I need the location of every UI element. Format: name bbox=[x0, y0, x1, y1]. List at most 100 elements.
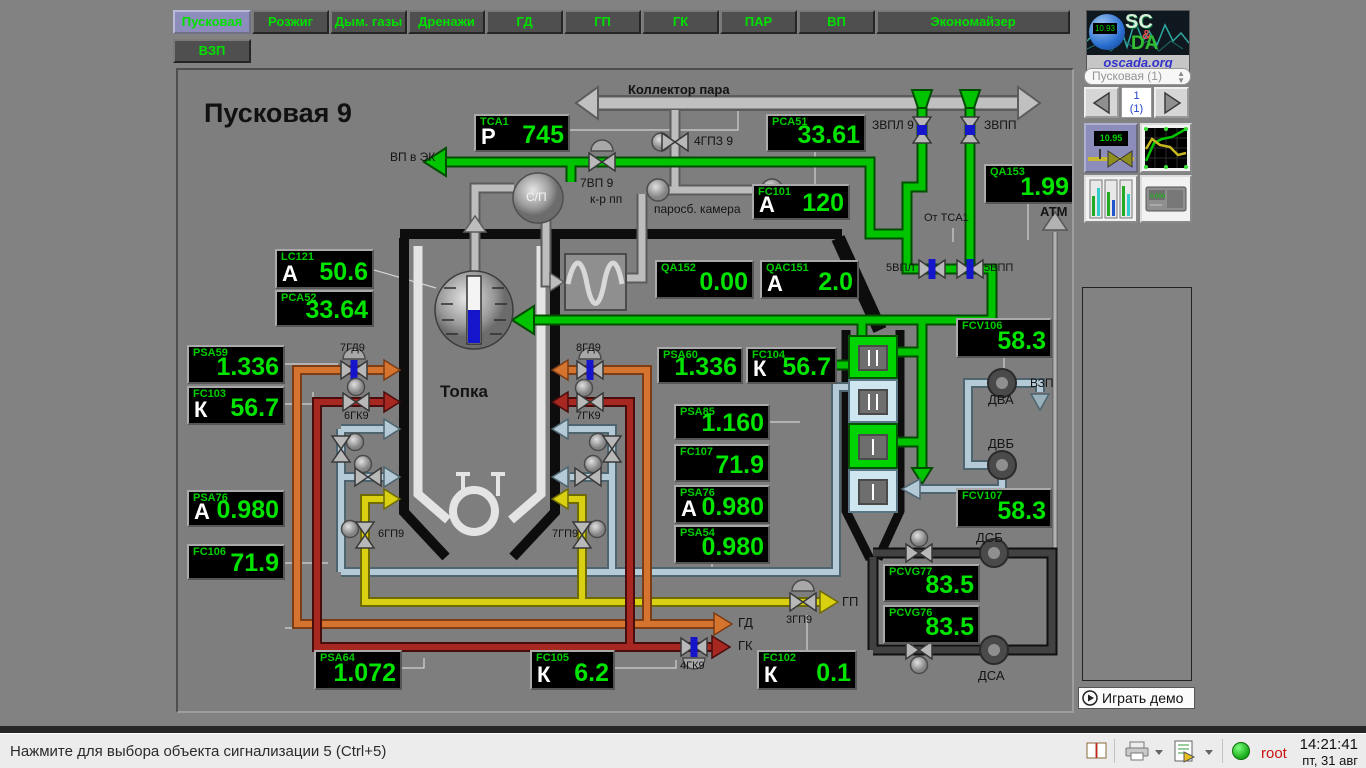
value-display-QA153[interactable]: QA1531.99 bbox=[984, 164, 1074, 204]
label-ВЗП: ВЗП bbox=[1030, 376, 1053, 390]
display-tag: FC106 bbox=[193, 546, 226, 558]
label-АТМ: АТМ bbox=[1040, 204, 1068, 219]
label-к-р-пп: к-р пп bbox=[590, 192, 622, 206]
value-display-FC107[interactable]: FC10771.9 bbox=[674, 444, 770, 482]
label-ДСБ: ДСБ bbox=[976, 530, 1003, 545]
combo-spinner-icon[interactable]: ▲▼ bbox=[1177, 70, 1185, 84]
display-value: 0.980 bbox=[216, 496, 279, 525]
trend-view-button[interactable] bbox=[1140, 123, 1192, 173]
boiler-drum bbox=[435, 271, 513, 349]
valve-icon[interactable] bbox=[957, 259, 983, 279]
display-prefix: К bbox=[764, 662, 777, 688]
value-display-FC101[interactable]: FC101A120 bbox=[752, 184, 850, 220]
value-display-PCA51[interactable]: PCA5133.61 bbox=[766, 114, 866, 152]
alarm-status-led[interactable] bbox=[1232, 742, 1250, 760]
valve-icon[interactable] bbox=[961, 117, 979, 143]
display-prefix: P bbox=[481, 124, 496, 150]
display-value: 83.5 bbox=[925, 571, 974, 600]
value-display-TCA1[interactable]: TCA1P745 bbox=[474, 114, 570, 152]
label-ГД: ГД bbox=[738, 615, 753, 630]
label-ВП-в-ЭК: ВП в ЭК bbox=[390, 150, 435, 164]
display-tag: FC107 bbox=[680, 446, 713, 458]
value-display-PCA52[interactable]: PCA5233.64 bbox=[275, 290, 374, 327]
mnemo-view-button[interactable]: 10.95 bbox=[1084, 123, 1138, 173]
fan-icon[interactable] bbox=[980, 636, 1008, 664]
display-prefix: A bbox=[759, 192, 775, 218]
air-heater bbox=[849, 336, 897, 512]
value-display-QA152[interactable]: QA1520.00 bbox=[655, 260, 754, 299]
export-doc-icon[interactable] bbox=[1172, 740, 1198, 764]
display-value: 71.9 bbox=[230, 549, 279, 578]
value-display-PSA54[interactable]: PSA540.980 bbox=[674, 525, 770, 564]
page-number: 1 bbox=[1122, 90, 1151, 103]
play-demo-button[interactable]: Играть демо bbox=[1078, 687, 1195, 709]
value-display-PSA64[interactable]: PSA641.072 bbox=[314, 650, 402, 690]
value-display-FCV107[interactable]: FCV10758.3 bbox=[956, 488, 1052, 528]
label-7ВП-9: 7ВП 9 bbox=[580, 176, 613, 190]
display-value: 1.99 bbox=[1020, 173, 1069, 202]
label-7ГП9: 7ГП9 bbox=[552, 528, 578, 540]
tab-7[interactable]: ГК bbox=[642, 10, 719, 34]
value-display-QAC151[interactable]: QAC151A2.0 bbox=[760, 260, 859, 299]
tab-2[interactable]: Розжиг bbox=[252, 10, 329, 34]
next-page-button[interactable] bbox=[1154, 87, 1189, 118]
value-display-PCVG77[interactable]: PCVG7783.5 bbox=[883, 564, 980, 602]
bar-gauges-icon bbox=[1087, 178, 1135, 220]
label-Топка: Топка bbox=[440, 382, 488, 402]
export-dropdown-icon[interactable] bbox=[1205, 750, 1213, 755]
value-display-FC103[interactable]: FC103К56.7 bbox=[187, 386, 285, 425]
current-user: root bbox=[1261, 745, 1287, 762]
value-display-PSA76[interactable]: PSA76A0.980 bbox=[674, 485, 770, 524]
oscada-logo[interactable]: 10.93 SC & DA oscada.org bbox=[1086, 10, 1190, 72]
tab-1[interactable]: Пусковая bbox=[173, 10, 251, 34]
tab-8[interactable]: ПАР bbox=[720, 10, 797, 34]
value-display-PSA59[interactable]: PSA591.336 bbox=[187, 345, 285, 384]
signal-object-panel bbox=[1082, 287, 1192, 681]
screen-select-combobox[interactable]: Пусковая (1) ▲▼ bbox=[1084, 68, 1191, 85]
tab-row2-1[interactable]: ВЗП bbox=[173, 39, 251, 63]
fan-icon[interactable] bbox=[988, 451, 1016, 479]
display-prefix: A bbox=[282, 261, 298, 287]
tab-3[interactable]: Дым. газы bbox=[330, 10, 407, 34]
value-display-PSA60[interactable]: PSA601.336 bbox=[657, 347, 743, 384]
value-display-LC121[interactable]: LC121A50.6 bbox=[275, 249, 374, 289]
label-ЗВПП: ЗВПП bbox=[984, 118, 1017, 132]
display-value: 33.61 bbox=[797, 121, 860, 150]
value-display-FC104[interactable]: FC104К56.7 bbox=[746, 347, 837, 384]
tab-10[interactable]: Экономайзер bbox=[876, 10, 1070, 34]
doc-book-icon[interactable] bbox=[1085, 740, 1109, 762]
label-ЗВПЛ-9: ЗВПЛ 9 bbox=[872, 118, 914, 132]
trend-chart-icon bbox=[1144, 127, 1188, 169]
value-display-FCV106[interactable]: FCV10658.3 bbox=[956, 318, 1052, 358]
value-display-PCVG76[interactable]: PCVG7683.5 bbox=[883, 605, 980, 644]
page-title: Пусковая 9 bbox=[204, 98, 352, 129]
status-message: Нажмите для выбора объекта сигнализации … bbox=[10, 743, 386, 760]
panel-view-button[interactable]: 0.000 bbox=[1140, 175, 1192, 223]
label-ДСА: ДСА bbox=[978, 668, 1005, 683]
tab-6[interactable]: ГП bbox=[564, 10, 641, 34]
value-display-FC102[interactable]: FC102К0.1 bbox=[757, 650, 857, 690]
value-display-FC105[interactable]: FC105К6.2 bbox=[530, 650, 615, 690]
tab-5[interactable]: ГД bbox=[486, 10, 563, 34]
valve-icon[interactable] bbox=[913, 117, 931, 143]
prev-page-button[interactable] bbox=[1084, 87, 1119, 118]
gauges-view-button[interactable] bbox=[1084, 175, 1138, 223]
mimic-scheme[interactable]: Пусковая 9 TCA1P745 PCA5133.61 FC101A120 QA… bbox=[176, 68, 1074, 713]
tab-9[interactable]: ВП bbox=[798, 10, 875, 34]
label-3ГП9: 3ГП9 bbox=[786, 614, 812, 626]
tab-4[interactable]: Дренажи bbox=[408, 10, 485, 34]
label-С-П: С/П bbox=[526, 190, 547, 204]
window-divider bbox=[0, 726, 1366, 733]
display-prefix: A bbox=[681, 496, 697, 522]
value-display-PSA85[interactable]: PSA851.160 bbox=[674, 404, 770, 440]
value-display-FC106[interactable]: FC106 71.9 bbox=[187, 544, 285, 580]
label-5ВПП: 5ВПП bbox=[984, 262, 1013, 274]
value-display-PSA76[interactable]: PSA76A0.980 bbox=[187, 490, 285, 527]
heat-exchanger bbox=[565, 254, 626, 310]
page-indicator-button[interactable]: 1 (1) bbox=[1121, 87, 1152, 118]
print-icon[interactable] bbox=[1124, 740, 1150, 762]
valve-icon[interactable] bbox=[919, 259, 945, 279]
label-ДВБ: ДВБ bbox=[988, 436, 1014, 451]
print-dropdown-icon[interactable] bbox=[1155, 750, 1163, 755]
display-value: 1.160 bbox=[701, 409, 764, 438]
